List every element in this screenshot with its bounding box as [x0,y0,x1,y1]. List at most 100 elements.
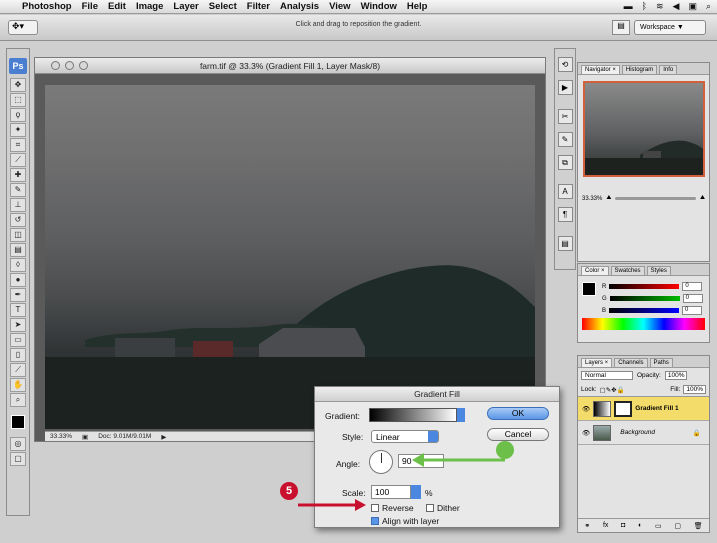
menu-analysis[interactable]: Analysis [275,1,324,12]
fg-color-swatch[interactable] [582,282,596,296]
shape-tool-icon[interactable]: ▭ [10,333,26,347]
tab-paths[interactable]: Paths [649,358,673,367]
menu-help[interactable]: Help [402,1,433,12]
workspace-menu[interactable]: Workspace ▼ [634,20,706,35]
status-icon[interactable]: ▣ [77,433,93,441]
tab-histogram[interactable]: Histogram [621,65,658,74]
menu-filter[interactable]: Filter [242,1,275,12]
stamp-tool-icon[interactable]: ⊥ [10,198,26,212]
red-slider[interactable] [609,284,680,289]
bluetooth-icon[interactable]: ᛒ [642,1,647,12]
zoom-tool-icon[interactable]: ⌕ [10,393,26,407]
menu-window[interactable]: Window [356,1,402,12]
menu-select[interactable]: Select [204,1,242,12]
healing-brush-icon[interactable]: ✚ [10,168,26,182]
eraser-tool-icon[interactable]: ◫ [10,228,26,242]
trash-icon[interactable]: 🗑 [694,522,703,530]
layer-comps-icon[interactable]: ▤ [557,236,573,251]
group-icon[interactable]: ▭ [655,522,662,530]
zoom-icon[interactable] [79,61,88,70]
ok-button[interactable]: OK [487,407,549,420]
layer-background[interactable]: 👁 Background 🔒 [578,421,709,445]
notes-tool-icon[interactable]: ▯ [10,348,26,362]
marquee-tool-icon[interactable]: ⬚ [10,93,26,107]
foreground-color-swatch[interactable] [11,415,25,429]
menu-image[interactable]: Image [131,1,168,12]
gradient-swatch[interactable] [369,408,457,422]
menu-edit[interactable]: Edit [103,1,131,12]
move-tool-icon[interactable]: ✥ [10,78,26,92]
navigator-thumbnail[interactable] [583,81,705,177]
workspace-icon[interactable]: ▤ [612,20,630,35]
eye-icon[interactable]: 👁 [582,429,590,437]
link-icon[interactable]: ⚭ [584,522,590,530]
menu-file[interactable]: File [77,1,103,12]
dodge-tool-icon[interactable]: ● [10,273,26,287]
blue-slider[interactable] [609,308,680,313]
green-slider[interactable] [609,296,680,301]
zoom-slider[interactable] [615,197,696,200]
path-select-icon[interactable]: ➤ [10,318,26,332]
layer-gradient-fill[interactable]: 👁 Gradient Fill 1 [578,397,709,421]
menu-view[interactable]: View [324,1,355,12]
blend-mode-select[interactable]: Normal [581,371,633,380]
history-icon[interactable]: ⟲ [557,57,573,72]
quick-mask-icon[interactable]: ◎ [10,437,26,451]
blue-value[interactable]: 0 [682,306,703,315]
scale-input[interactable]: 100 [371,485,411,499]
volume-icon[interactable]: ◀ [673,1,680,12]
screen-mode-icon[interactable]: ▢ [10,452,26,466]
image-canvas[interactable] [45,85,535,429]
color-spectrum[interactable] [582,318,705,330]
adjustment-icon[interactable]: ◐ [638,522,642,529]
hand-tool-icon[interactable]: ✋ [10,378,26,392]
reverse-checkbox[interactable] [371,504,379,512]
opacity-field[interactable]: 100% [664,371,688,380]
eyedropper-sample-icon[interactable]: ⟋ [10,363,26,377]
minimize-icon[interactable] [65,61,74,70]
angle-dial[interactable] [369,450,393,474]
angle-input[interactable]: 90 [398,454,444,468]
magic-wand-icon[interactable]: ✦ [10,123,26,137]
wifi-icon[interactable]: ≋ [656,1,664,12]
actions-icon[interactable]: ▶ [557,80,573,95]
character-icon[interactable]: A [557,184,573,199]
blur-tool-icon[interactable]: ◊ [10,258,26,272]
fx-icon[interactable]: fx [603,522,608,529]
tab-info[interactable]: Info [659,65,678,74]
history-brush-icon[interactable]: ↺ [10,213,26,227]
tab-color[interactable]: Color × [581,266,609,275]
fill-field[interactable]: 100% [683,385,706,394]
zoom-readout[interactable]: 33.33% [45,433,77,440]
tab-swatches[interactable]: Swatches [610,266,645,275]
battery-icon[interactable]: ▬ [624,1,633,12]
red-value[interactable]: 0 [682,282,703,291]
eyedropper-icon[interactable]: ⟋ [10,153,26,167]
tab-layers[interactable]: Layers × [581,358,613,367]
tab-navigator[interactable]: Navigator × [581,65,620,74]
style-select[interactable]: Linear [371,430,439,443]
align-checkbox[interactable] [371,517,379,525]
scale-stepper[interactable] [411,485,421,499]
navigator-zoom[interactable]: 33.33% [582,196,602,202]
spotlight-icon[interactable]: ⌕ [706,1,711,12]
lock-icons[interactable]: ▢✎✥🔒 [600,386,625,394]
menu-layer[interactable]: Layer [168,1,203,12]
display-icon[interactable]: ▣ [688,1,697,12]
brushes-icon[interactable]: ✎ [557,132,573,147]
status-arrow-icon[interactable]: ▶ [156,433,171,441]
gradient-picker-button[interactable] [457,408,465,422]
zoom-out-icon[interactable]: ⛰ [606,195,611,202]
tab-styles[interactable]: Styles [646,266,671,275]
gradient-tool-icon[interactable]: ▤ [10,243,26,257]
dither-checkbox[interactable] [426,504,434,512]
close-icon[interactable] [51,61,60,70]
lasso-tool-icon[interactable]: ϙ [10,108,26,122]
green-value[interactable]: 0 [682,294,703,303]
add-mask-icon[interactable]: ◘ [621,522,625,529]
paragraph-icon[interactable]: ¶ [557,207,573,222]
cancel-button[interactable]: Cancel [487,428,549,441]
eye-icon[interactable]: 👁 [582,405,590,413]
mask-thumbnail[interactable] [614,400,633,417]
menu-app[interactable]: Photoshop [18,1,77,12]
